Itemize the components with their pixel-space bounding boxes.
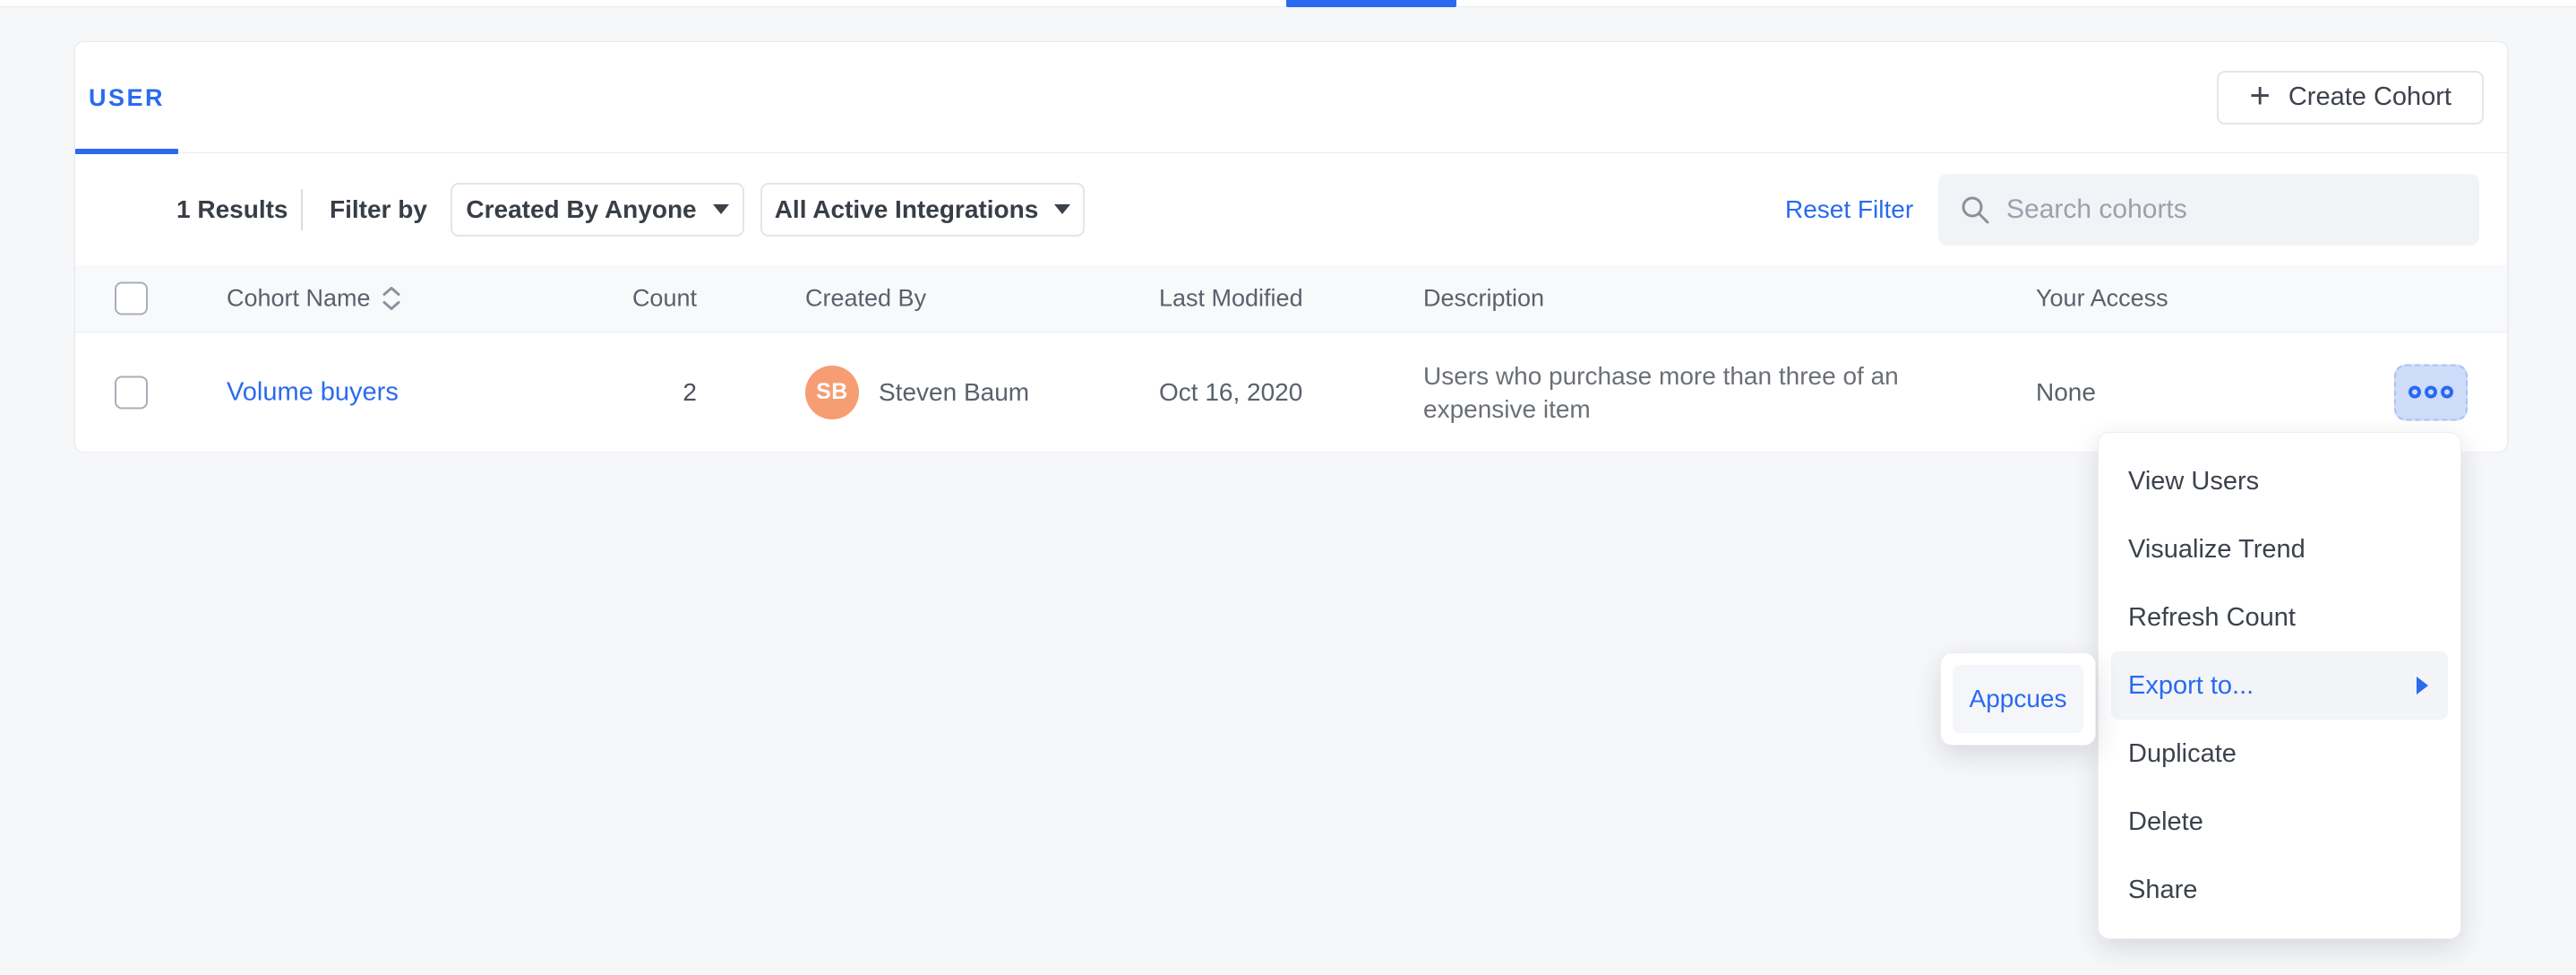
avatar: SB	[805, 366, 859, 419]
row-actions-button[interactable]	[2394, 364, 2468, 420]
menu-item-delete[interactable]: Delete	[2111, 788, 2448, 856]
submenu-arrow-icon	[2417, 677, 2428, 695]
tab-user[interactable]: USER	[75, 42, 178, 153]
table-header-row: Cohort Name Count Created By Last Modifi…	[75, 265, 2507, 332]
last-modified-cell: Oct 16, 2020	[1159, 378, 1302, 407]
ellipsis-icon	[2409, 386, 2421, 399]
tab-row: USER + Create Cohort	[75, 42, 2507, 153]
row-checkbox[interactable]	[115, 375, 148, 409]
count-cell: 2	[559, 378, 697, 407]
menu-item-view-users[interactable]: View Users	[2111, 447, 2448, 515]
search-icon	[1960, 194, 1990, 225]
cohort-name-link[interactable]: Volume buyers	[227, 377, 399, 407]
created-by-dropdown-label: Created By Anyone	[466, 195, 696, 224]
created-by-dropdown[interactable]: Created By Anyone	[451, 183, 744, 237]
active-tab-indicator	[1286, 0, 1456, 7]
top-nav-strip	[0, 0, 2576, 7]
submenu-item-appcues[interactable]: Appcues	[1953, 665, 2083, 733]
header-your-access: Your Access	[2036, 285, 2168, 313]
select-all-checkbox[interactable]	[115, 282, 148, 315]
tab-user-label: USER	[89, 84, 165, 112]
header-cohort-name[interactable]: Cohort Name	[227, 285, 401, 313]
header-description: Description	[1423, 285, 1961, 313]
create-cohort-button[interactable]: + Create Cohort	[2217, 71, 2484, 125]
cohorts-card: USER + Create Cohort 1 Results Filter by…	[74, 41, 2508, 452]
header-created-by: Created By	[805, 285, 926, 313]
filter-divider	[301, 189, 303, 230]
filter-row: 1 Results Filter by Created By Anyone Al…	[75, 153, 2507, 265]
sort-icon	[382, 286, 401, 312]
description-cell: Users who purchase more than three of an…	[1423, 359, 1961, 426]
integrations-dropdown-label: All Active Integrations	[775, 195, 1039, 224]
menu-item-export-to[interactable]: Export to...	[2111, 651, 2448, 720]
filter-by-label: Filter by	[330, 195, 427, 224]
row-actions-menu: View Users Visualize Trend Refresh Count…	[2098, 432, 2461, 939]
chevron-down-icon	[713, 204, 729, 214]
your-access-cell: None	[2036, 378, 2096, 407]
search-box[interactable]	[1938, 174, 2479, 246]
chevron-down-icon	[1054, 204, 1070, 214]
menu-item-share[interactable]: Share	[2111, 856, 2448, 924]
create-cohort-label: Create Cohort	[2288, 82, 2451, 112]
header-count: Count	[559, 285, 697, 313]
created-by-name: Steven Baum	[879, 378, 1029, 407]
menu-item-visualize-trend[interactable]: Visualize Trend	[2111, 515, 2448, 583]
plus-icon: +	[2249, 78, 2270, 114]
created-by-cell: SB Steven Baum	[805, 366, 1029, 419]
results-count: 1 Results	[176, 195, 288, 224]
menu-item-refresh-count[interactable]: Refresh Count	[2111, 583, 2448, 651]
header-last-modified: Last Modified	[1159, 285, 1303, 313]
export-submenu: Appcues	[1940, 652, 2096, 746]
menu-item-duplicate[interactable]: Duplicate	[2111, 720, 2448, 788]
reset-filter-link[interactable]: Reset Filter	[1785, 195, 1913, 224]
search-input[interactable]	[2006, 194, 2458, 225]
integrations-dropdown[interactable]: All Active Integrations	[760, 183, 1085, 237]
